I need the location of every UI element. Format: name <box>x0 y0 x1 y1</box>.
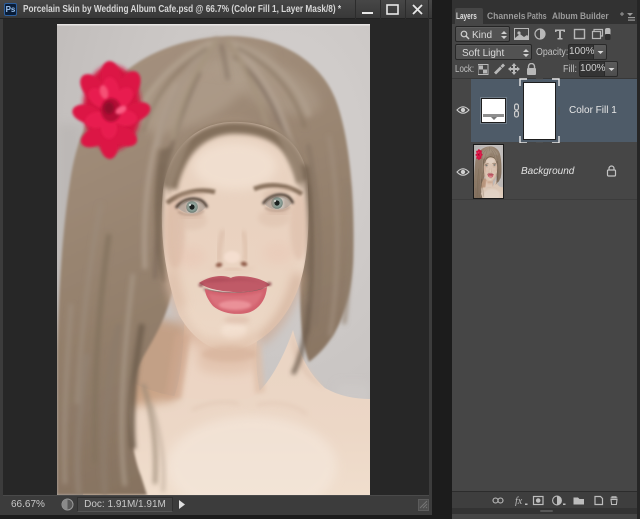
svg-text:fx: fx <box>515 496 523 506</box>
